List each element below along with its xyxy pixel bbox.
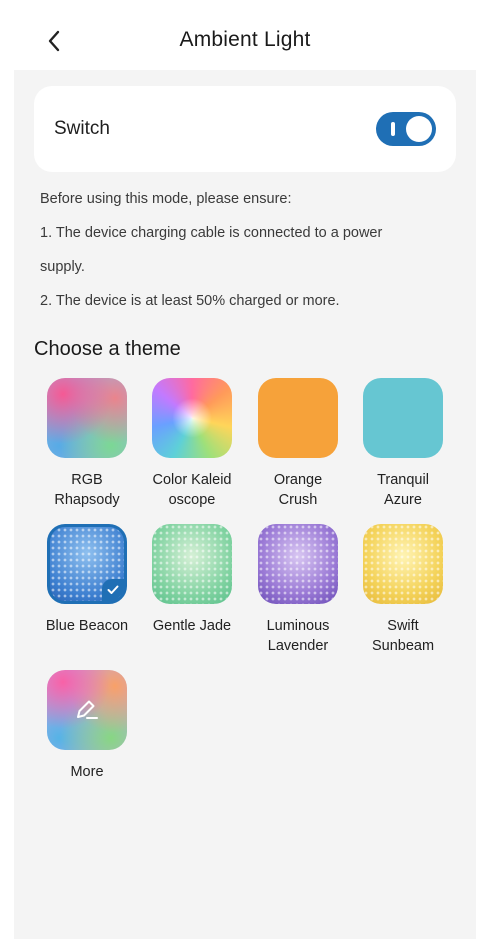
theme-label: RGB Rhapsody (54, 472, 120, 508)
theme-label: Swift Sunbeam (371, 618, 435, 654)
edit-icon (77, 700, 98, 719)
page-title: Ambient Light (179, 28, 311, 51)
theme-luminous-lavender[interactable]: Luminous Lavender (247, 524, 349, 656)
theme-swatch (47, 670, 127, 750)
theme-blue-beacon[interactable]: Blue Beacon (36, 524, 138, 636)
note-line: Before using this mode, please ensure: (40, 191, 292, 207)
dot-pattern (363, 524, 443, 604)
note-line: 2. The device is at least 50% charged or… (40, 293, 340, 309)
theme-swatch (47, 524, 127, 604)
theme-swatch (363, 524, 443, 604)
theme-label: Gentle Jade (152, 618, 232, 634)
toggle-on-indicator (391, 122, 395, 136)
switch-toggle[interactable] (376, 112, 436, 146)
theme-swatch (47, 378, 127, 458)
theme-label: Color Kaleid oscope (152, 472, 232, 508)
theme-more[interactable]: More (36, 670, 138, 782)
switch-card: Switch (34, 86, 456, 172)
theme-label: Orange Crush (273, 472, 323, 508)
selected-check-icon (102, 579, 124, 601)
theme-swatch (363, 378, 443, 458)
toggle-knob (406, 116, 432, 142)
theme-swatch (258, 524, 338, 604)
theme-swatch (152, 524, 232, 604)
theme-label: Luminous Lavender (266, 618, 330, 654)
theme-orange-crush[interactable]: Orange Crush (247, 378, 349, 510)
theme-label: Blue Beacon (45, 618, 129, 634)
theme-label: More (70, 764, 104, 780)
theme-swatch (258, 378, 338, 458)
theme-section-title: Choose a theme (34, 338, 181, 360)
theme-gentle-jade[interactable]: Gentle Jade (141, 524, 243, 636)
note-line: supply. (40, 259, 85, 275)
back-button[interactable] (40, 24, 68, 58)
theme-swift-sunbeam[interactable]: Swift Sunbeam (352, 524, 454, 656)
ambient-light-screen: Ambient Light Switch Before using this m… (14, 10, 476, 939)
theme-color-kaleidoscope[interactable]: Color Kaleid oscope (141, 378, 243, 510)
chevron-left-icon (48, 30, 60, 52)
usage-notes: Before using this mode, please ensure: 1… (40, 182, 450, 318)
dot-pattern (152, 524, 232, 604)
navigation-bar: Ambient Light (14, 10, 476, 70)
theme-tranquil-azure[interactable]: Tranquil Azure (352, 378, 454, 510)
theme-rgb-rhapsody[interactable]: RGB Rhapsody (36, 378, 138, 510)
theme-label: Tranquil Azure (377, 472, 429, 508)
dot-pattern (258, 524, 338, 604)
switch-label: Switch (54, 118, 110, 139)
note-line: 1. The device charging cable is connecte… (40, 225, 383, 241)
theme-swatch (152, 378, 232, 458)
